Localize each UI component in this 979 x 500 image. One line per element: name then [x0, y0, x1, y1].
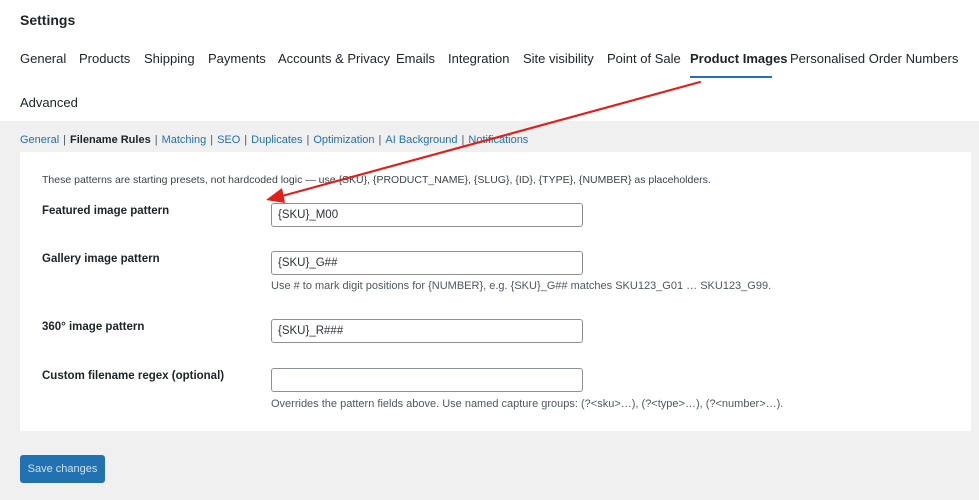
gallery-pattern-input[interactable]: [271, 251, 583, 275]
active-tab-indicator: [690, 76, 772, 78]
tab-emails[interactable]: Emails: [396, 51, 435, 66]
tab-site-visibility[interactable]: Site visibility: [523, 51, 594, 66]
three-sixty-pattern-input[interactable]: [271, 319, 583, 343]
subnav-filename-rules[interactable]: Filename Rules: [70, 134, 151, 146]
section-subnav: General | Filename Rules | Matching | SEO | Dupl…: [20, 134, 529, 146]
settings-header: Settings General Products Shipping Payme…: [0, 0, 979, 121]
custom-regex-help: Overrides the pattern fields above. Use …: [271, 398, 784, 410]
tab-accounts-privacy[interactable]: Accounts & Privacy: [278, 51, 390, 66]
tab-products[interactable]: Products: [79, 51, 130, 66]
subnav-general[interactable]: General: [20, 134, 59, 146]
settings-panel: These patterns are starting presets, not…: [20, 152, 971, 431]
tab-integration[interactable]: Integration: [448, 51, 509, 66]
save-changes-button[interactable]: Save changes: [20, 455, 105, 483]
three-sixty-pattern-label: 360° image pattern: [42, 321, 145, 333]
tab-personalised-order-numbers[interactable]: Personalised Order Numbers: [790, 51, 958, 66]
tab-product-images[interactable]: Product Images: [690, 51, 788, 66]
subnav-duplicates[interactable]: Duplicates: [251, 134, 302, 146]
custom-regex-label: Custom filename regex (optional): [42, 370, 225, 382]
page-title: Settings: [20, 12, 76, 28]
subnav-notifications[interactable]: Notifications: [468, 134, 528, 146]
subnav-matching[interactable]: Matching: [162, 134, 207, 146]
featured-pattern-label: Featured image pattern: [42, 205, 170, 217]
subnav-ai-background[interactable]: AI Background: [385, 134, 457, 146]
tab-advanced[interactable]: Advanced: [20, 95, 78, 110]
tab-shipping[interactable]: Shipping: [144, 51, 195, 66]
tab-payments[interactable]: Payments: [208, 51, 266, 66]
gallery-pattern-help: Use # to mark digit positions for {NUMBE…: [271, 280, 772, 292]
intro-text: These patterns are starting presets, not…: [42, 174, 711, 186]
tab-point-of-sale[interactable]: Point of Sale: [607, 51, 681, 66]
featured-pattern-input[interactable]: [271, 203, 583, 227]
tab-general[interactable]: General: [20, 51, 66, 66]
subnav-optimization[interactable]: Optimization: [313, 134, 374, 146]
subnav-seo[interactable]: SEO: [217, 134, 240, 146]
gallery-pattern-label: Gallery image pattern: [42, 253, 160, 265]
custom-regex-input[interactable]: [271, 368, 583, 392]
